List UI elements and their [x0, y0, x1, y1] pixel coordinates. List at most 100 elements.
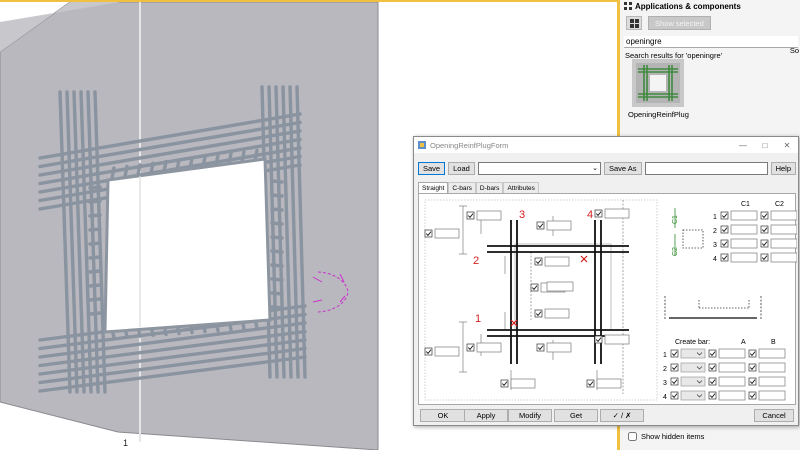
parameter-checkbox[interactable]: [466, 343, 475, 352]
parameter-checkbox[interactable]: [534, 257, 543, 266]
tab-attributes[interactable]: Attributes: [503, 182, 539, 193]
get-button[interactable]: Get: [554, 409, 598, 422]
parameter-checkbox[interactable]: [536, 343, 545, 352]
parameter-input[interactable]: [546, 342, 572, 353]
parameter-input[interactable]: [730, 224, 758, 235]
parameter-checkbox[interactable]: [748, 363, 757, 372]
parameter-input[interactable]: [476, 210, 502, 221]
ok-button[interactable]: OK: [420, 409, 466, 422]
parameter-checkbox[interactable]: [760, 225, 769, 234]
parameter-checkbox[interactable]: [670, 391, 679, 400]
rebar[interactable]: [88, 241, 102, 246]
rebar[interactable]: [149, 161, 155, 175]
rebar[interactable]: [175, 158, 181, 172]
rebar[interactable]: [88, 255, 102, 260]
component-tile-opening-reinf-plug[interactable]: OpeningReinfPlug: [628, 59, 689, 125]
parameter-checkbox[interactable]: [534, 309, 543, 318]
parameter-checkbox[interactable]: [760, 211, 769, 220]
rebar[interactable]: [136, 163, 142, 177]
parameter-checkbox[interactable]: [670, 377, 679, 386]
parameter-input[interactable]: [476, 342, 502, 353]
parameter-input[interactable]: [718, 390, 746, 401]
rebar[interactable]: [270, 277, 284, 282]
help-button[interactable]: Help: [770, 161, 796, 175]
parameter-checkbox[interactable]: [424, 347, 433, 356]
parameter-input[interactable]: [758, 348, 786, 359]
rebar[interactable]: [88, 199, 102, 204]
parameter-checkbox[interactable]: [760, 253, 769, 262]
rebar[interactable]: [201, 155, 207, 169]
component-search-input[interactable]: [624, 36, 798, 48]
parameter-checkbox[interactable]: [748, 391, 757, 400]
rebar[interactable]: [270, 179, 284, 184]
parameter-input[interactable]: [730, 238, 758, 249]
maximize-icon[interactable]: □: [754, 141, 776, 150]
load-button[interactable]: Load: [448, 161, 475, 175]
save-as-button[interactable]: Save As: [604, 161, 642, 175]
show-hidden-items-row[interactable]: Show hidden items: [628, 432, 704, 441]
parameter-checkbox[interactable]: [536, 221, 545, 230]
modify-button[interactable]: Modify: [508, 409, 552, 422]
parameter-input[interactable]: [758, 362, 786, 373]
rebar[interactable]: [123, 164, 129, 179]
tab-d-bars[interactable]: D-bars: [475, 182, 504, 193]
attribute-set-select[interactable]: ⌄: [477, 161, 601, 175]
apply-button[interactable]: Apply: [464, 409, 508, 422]
show-selected-button[interactable]: Show selected: [648, 16, 711, 30]
parameter-input[interactable]: [770, 238, 797, 249]
parameter-input[interactable]: [544, 256, 570, 267]
search-results-sort[interactable]: So: [790, 46, 799, 55]
save-button[interactable]: Save: [418, 161, 446, 175]
rebar[interactable]: [270, 249, 284, 254]
parameter-input[interactable]: [434, 228, 460, 239]
rebar[interactable]: [270, 305, 284, 310]
parameter-checkbox[interactable]: [720, 225, 729, 234]
rebar[interactable]: [88, 185, 102, 190]
parameter-checkbox[interactable]: [500, 379, 509, 388]
rebar[interactable]: [270, 221, 284, 226]
parameter-checkbox[interactable]: [720, 211, 729, 220]
tab-c-bars[interactable]: C-bars: [448, 182, 476, 193]
rebar[interactable]: [270, 193, 284, 198]
parameter-input[interactable]: [510, 378, 536, 389]
parameter-checkbox[interactable]: [748, 377, 757, 386]
rebar[interactable]: [88, 227, 102, 232]
parameter-checkbox[interactable]: [708, 391, 717, 400]
rebar[interactable]: [88, 283, 102, 288]
parameter-input[interactable]: [604, 334, 630, 345]
parameter-input[interactable]: [718, 362, 746, 373]
parameter-checkbox[interactable]: [424, 229, 433, 238]
parameter-checkbox[interactable]: [708, 363, 717, 372]
save-as-name-input[interactable]: [644, 161, 768, 175]
parameter-checkbox[interactable]: [594, 335, 603, 344]
parameter-input[interactable]: [770, 210, 797, 221]
rebar[interactable]: [188, 156, 194, 171]
parameter-checkbox[interactable]: [760, 239, 769, 248]
parameter-checkbox[interactable]: [594, 209, 603, 218]
rebar[interactable]: [270, 207, 284, 212]
cancel-button[interactable]: Cancel: [754, 409, 794, 422]
parameter-checkbox[interactable]: [720, 253, 729, 262]
rebar[interactable]: [270, 235, 284, 240]
parameter-input[interactable]: [544, 308, 570, 319]
close-icon[interactable]: ✕: [776, 141, 798, 150]
parameter-input[interactable]: [718, 348, 746, 359]
wall-opening[interactable]: [103, 157, 272, 334]
dialog-titlebar[interactable]: OpeningReinfPlugForm — □ ✕: [414, 137, 798, 153]
parameter-input[interactable]: [546, 220, 572, 231]
rebar[interactable]: [88, 213, 102, 218]
parameter-input[interactable]: [770, 224, 797, 235]
parameter-input[interactable]: [718, 376, 746, 387]
rebar[interactable]: [88, 311, 102, 316]
parameter-checkbox[interactable]: [708, 349, 717, 358]
rebar[interactable]: [88, 297, 102, 302]
parameter-input[interactable]: [434, 346, 460, 357]
show-hidden-items-checkbox[interactable]: [628, 432, 637, 441]
parameter-input[interactable]: [770, 252, 797, 263]
parameter-checkbox[interactable]: [748, 349, 757, 358]
parameter-checkbox[interactable]: [530, 283, 539, 292]
parameter-checkbox[interactable]: [586, 379, 595, 388]
toggle-selection-button[interactable]: ✓ / ✗: [600, 409, 644, 422]
parameter-input[interactable]: [730, 252, 758, 263]
parameter-input[interactable]: [604, 208, 630, 219]
